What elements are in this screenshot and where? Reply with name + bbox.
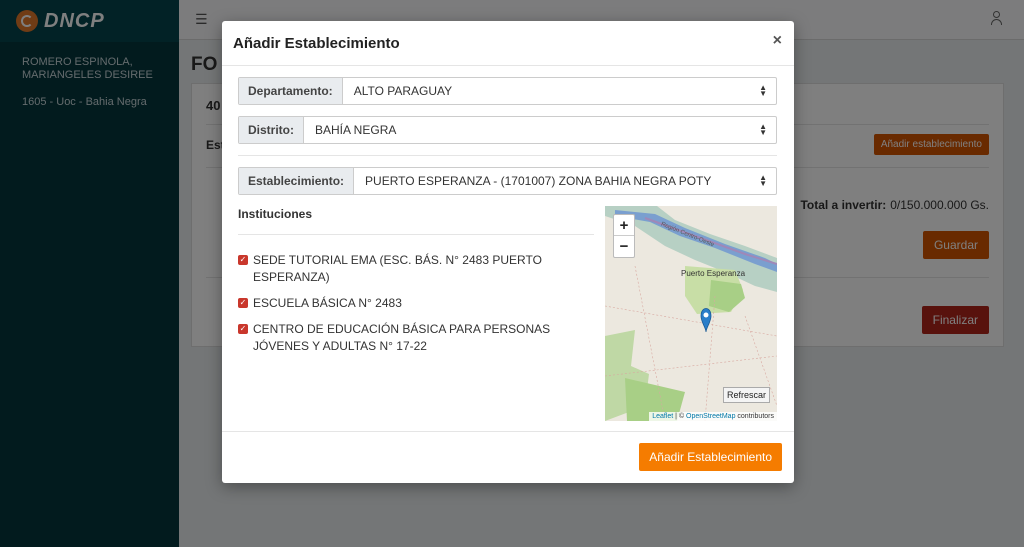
map-attribution: Leaflet | © OpenStreetMap contributors [649, 412, 777, 421]
instituciones-list: ✓ SEDE TUTORIAL EMA (ESC. BÁS. N° 2483 P… [238, 252, 594, 364]
distrito-select[interactable]: Distrito: BAHÍA NEGRA ▲ ▼ [238, 116, 777, 144]
divider [238, 155, 777, 156]
institution-item[interactable]: ✓ CENTRO DE EDUCACIÓN BÁSICA PARA PERSON… [238, 321, 594, 355]
checkbox-checked-icon[interactable]: ✓ [238, 255, 248, 265]
modal-footer: Añadir Establecimiento [222, 431, 794, 483]
map-place-label: Puerto Esperanza [681, 269, 746, 278]
establecimiento-label: Establecimiento: [239, 168, 355, 194]
distrito-selected: BAHÍA NEGRA [315, 123, 397, 137]
zoom-out-button[interactable]: − [614, 236, 634, 257]
select-arrows-icon: ▲ ▼ [759, 83, 767, 98]
map-zoom-control: + − [613, 214, 635, 258]
institution-item[interactable]: ✓ SEDE TUTORIAL EMA (ESC. BÁS. N° 2483 P… [238, 252, 594, 286]
distrito-label: Distrito: [239, 117, 304, 143]
modal-title: Añadir Establecimiento [233, 35, 400, 52]
institution-label: CENTRO DE EDUCACIÓN BÁSICA PARA PERSONAS… [253, 322, 551, 353]
departamento-value[interactable]: ALTO PARAGUAY ▲ ▼ [343, 78, 776, 104]
select-arrows-icon: ▲ ▼ [759, 173, 767, 188]
map-refresh-button[interactable]: Refrescar [722, 387, 770, 403]
institution-label: ESCUELA BÁSICA N° 2483 [253, 296, 402, 310]
add-establishment-submit-button[interactable]: Añadir Establecimiento [639, 443, 782, 471]
departamento-selected: ALTO PARAGUAY [353, 84, 453, 98]
leaflet-link[interactable]: Leaflet [652, 413, 673, 420]
location-map[interactable]: Región Centro-Oeste Puerto Esperanza + −… [605, 206, 777, 421]
modal-header: Añadir Establecimiento × [222, 21, 794, 66]
close-icon[interactable]: × [773, 32, 782, 50]
institution-label: SEDE TUTORIAL EMA (ESC. BÁS. N° 2483 PUE… [253, 253, 542, 284]
establecimiento-select[interactable]: Establecimiento: PUERTO ESPERANZA - (170… [238, 167, 777, 195]
add-establishment-modal: Añadir Establecimiento × Departamento: A… [222, 21, 794, 483]
divider [238, 234, 594, 235]
checkbox-checked-icon[interactable]: ✓ [238, 298, 248, 308]
distrito-value[interactable]: BAHÍA NEGRA ▲ ▼ [304, 117, 776, 143]
institution-item[interactable]: ✓ ESCUELA BÁSICA N° 2483 [238, 295, 594, 312]
establecimiento-selected: PUERTO ESPERANZA - (1701007) ZONA BAHIA … [365, 174, 712, 188]
departamento-select[interactable]: Departamento: ALTO PARAGUAY ▲ ▼ [238, 77, 777, 105]
attribution-tail: contributors [735, 413, 774, 420]
select-arrows-icon: ▲ ▼ [759, 122, 767, 137]
osm-link[interactable]: OpenStreetMap [686, 413, 735, 420]
departamento-label: Departamento: [239, 78, 343, 104]
checkbox-checked-icon[interactable]: ✓ [238, 324, 248, 334]
instituciones-title: Instituciones [238, 207, 313, 221]
zoom-in-button[interactable]: + [614, 215, 634, 236]
establecimiento-value[interactable]: PUERTO ESPERANZA - (1701007) ZONA BAHIA … [354, 168, 776, 194]
modal-body: Departamento: ALTO PARAGUAY ▲ ▼ Distrito:… [222, 66, 794, 432]
attribution-separator: | © [673, 413, 687, 420]
